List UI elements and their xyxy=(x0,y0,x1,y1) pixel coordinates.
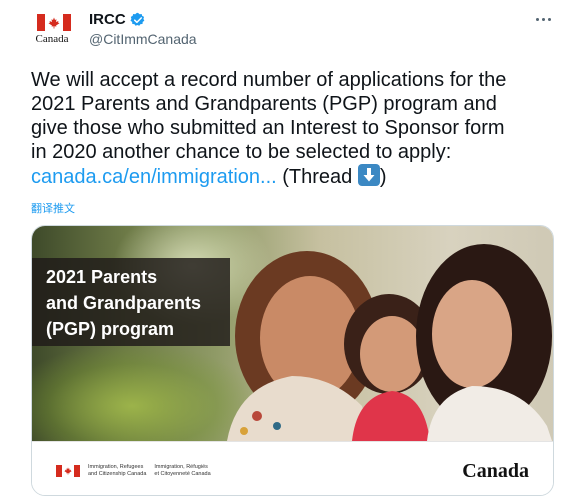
canada-wordmark: Canada xyxy=(462,460,529,482)
card-title-box: 2021 Parents and Grandparents (PGP) prog… xyxy=(32,258,230,346)
card-title-line: 2021 Parents xyxy=(46,267,158,287)
canada-flag-icon xyxy=(37,14,71,31)
tweet-text-line: give those who submitted an Interest to … xyxy=(31,117,505,139)
down-arrow-emoji-icon xyxy=(357,164,380,186)
verified-badge-icon xyxy=(130,12,145,26)
translate-tweet-link[interactable]: 翻译推文 xyxy=(31,200,75,216)
tweet-text: We will accept a record number of applic… xyxy=(31,68,561,189)
tweet-text-line: We will accept a record number of applic… xyxy=(31,69,507,91)
tweet-text-line: 2021 Parents and Grandparents (PGP) prog… xyxy=(31,93,497,115)
card-photo[interactable]: 2021 Parents and Grandparents (PGP) prog… xyxy=(32,226,553,441)
card-title-line: and Grandparents xyxy=(46,293,202,313)
tweet-link[interactable]: canada.ca/en/immigration... xyxy=(31,166,277,188)
account-name[interactable]: IRCC xyxy=(89,11,126,28)
link-preview-card[interactable]: 2021 Parents and Grandparents (PGP) prog… xyxy=(31,225,554,496)
department-name-en: Immigration, Refugees and Citizenship Ca… xyxy=(88,464,147,477)
tweet-card[interactable]: Canada IRCC @CitImmCanada We will accept… xyxy=(0,0,582,503)
thread-close: ) xyxy=(379,166,387,188)
card-footer: Immigration, Refugees and Citizenship Ca… xyxy=(32,441,553,495)
government-signature: Immigration, Refugees and Citizenship Ca… xyxy=(56,464,211,477)
avatar-wordmark: Canada xyxy=(35,33,69,45)
more-options-icon[interactable] xyxy=(532,8,554,30)
thread-label: (Thread xyxy=(276,166,358,188)
tweet-text-line: in 2020 another chance to be selected to… xyxy=(31,141,452,163)
account-name-row[interactable]: IRCC xyxy=(89,11,146,28)
canada-flag-icon xyxy=(56,464,80,477)
account-handle[interactable]: @CitImmCanada xyxy=(89,31,197,47)
avatar[interactable]: Canada xyxy=(30,10,74,50)
department-name-fr: Immigration, Réfugiés et Citoyenneté Can… xyxy=(154,464,211,477)
card-title-line: (PGP) program xyxy=(46,319,175,339)
